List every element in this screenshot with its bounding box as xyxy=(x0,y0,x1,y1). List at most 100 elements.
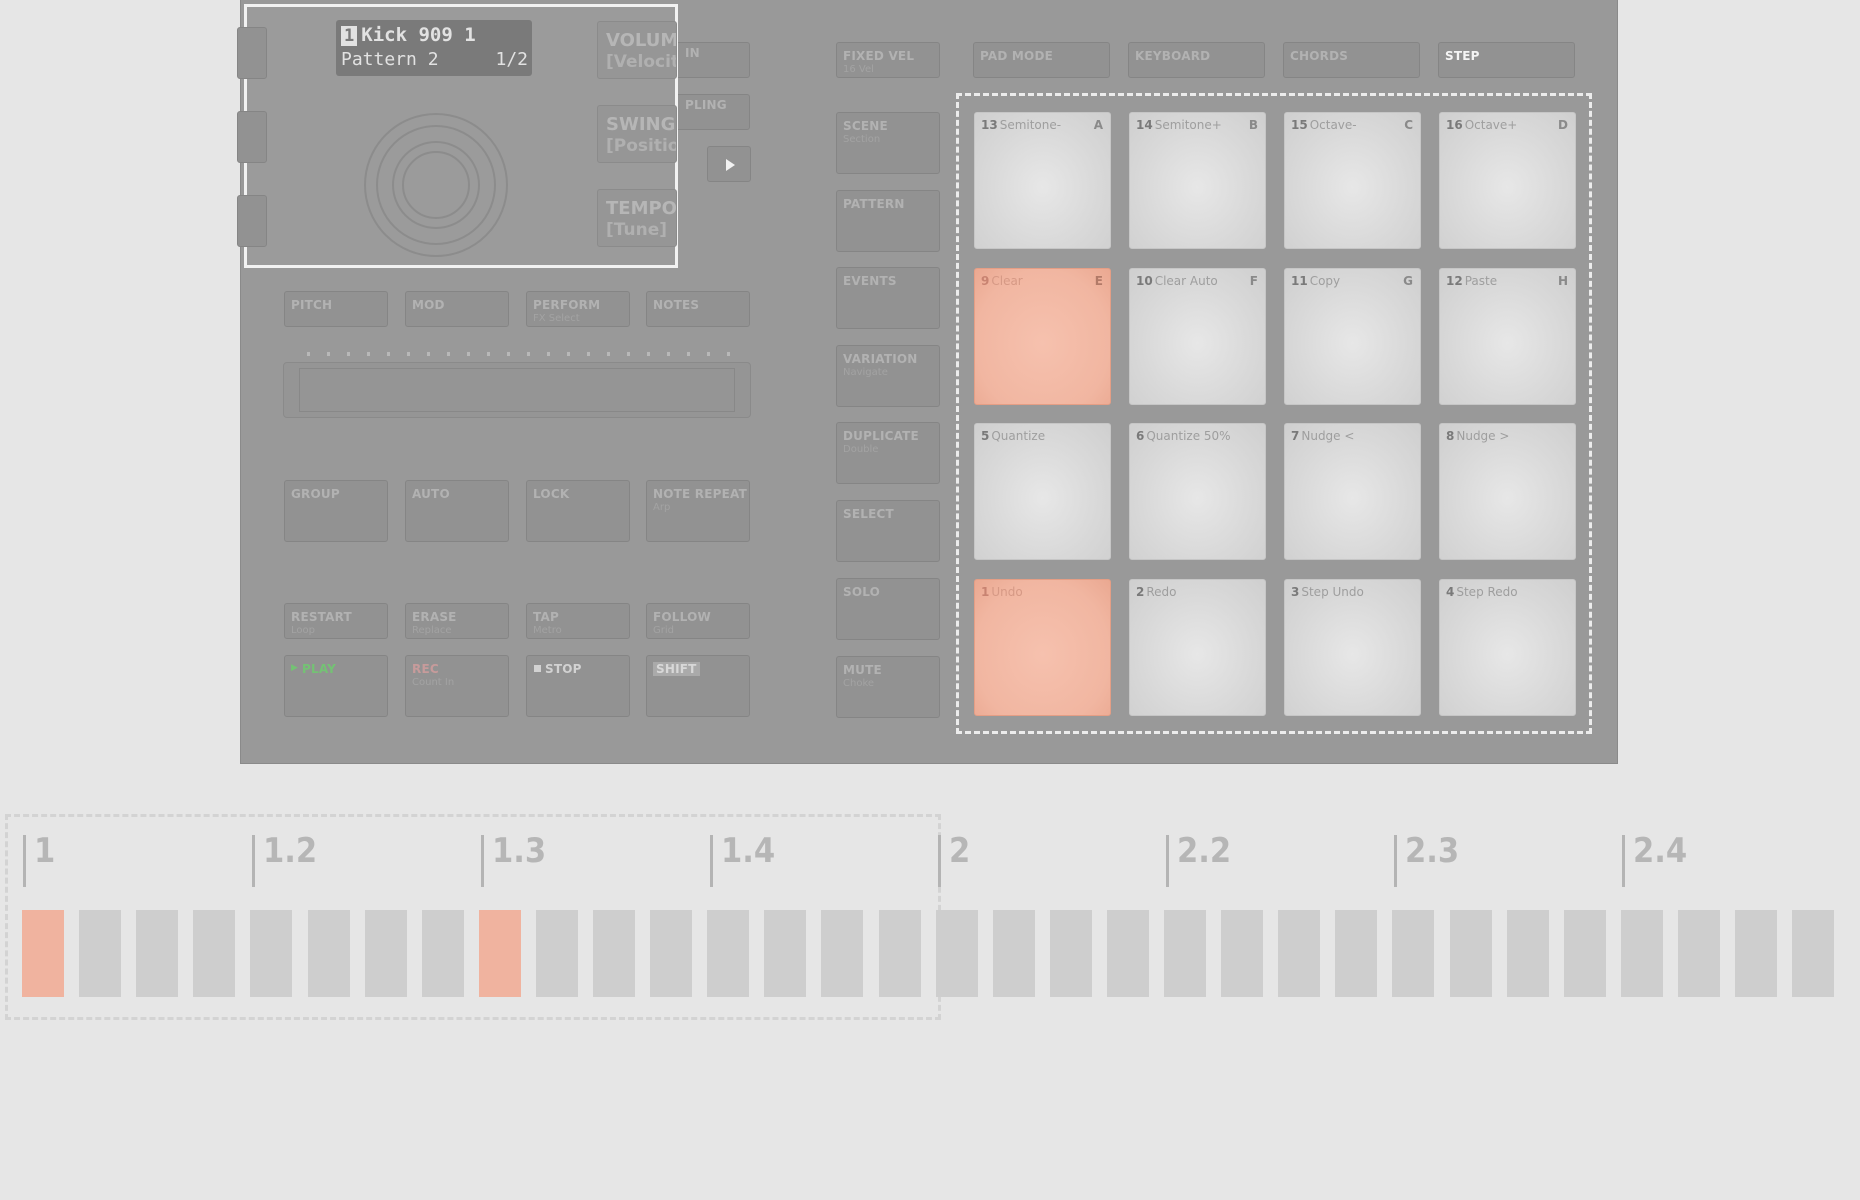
edit-button-lock[interactable]: LOCK xyxy=(526,480,630,542)
step-29[interactable] xyxy=(1620,910,1663,997)
mode-button-perform[interactable]: PERFORM FX Select xyxy=(526,291,630,327)
center-button-mute-sublabel: Choke xyxy=(843,678,875,689)
edit-button-note-repeat[interactable]: NOTE REPEAT Arp xyxy=(646,480,750,542)
center-button-events[interactable]: EVENTS xyxy=(836,267,940,329)
step-7[interactable] xyxy=(364,910,407,997)
page-indicator: 1/2 xyxy=(495,49,528,70)
step-22[interactable] xyxy=(1221,910,1264,997)
smart-strip-inner xyxy=(299,368,735,412)
tempo-button[interactable]: TEMPO [Tune] xyxy=(597,189,677,247)
pad-11[interactable]: 11 Copy G xyxy=(1284,268,1421,405)
volume-button[interactable]: VOLUME [Velocity] xyxy=(597,21,677,79)
step-3[interactable] xyxy=(136,910,179,997)
pad-8[interactable]: 8 Nudge > xyxy=(1439,423,1576,560)
step-21[interactable] xyxy=(1164,910,1206,997)
step-20[interactable] xyxy=(1106,910,1149,997)
stop-icon xyxy=(534,665,541,672)
step-13[interactable] xyxy=(707,910,750,997)
step-4[interactable] xyxy=(193,910,236,997)
transport-button-stop[interactable]: STOP xyxy=(526,655,630,717)
edit-button-group[interactable]: GROUP xyxy=(284,480,388,542)
ruler-mark: 2.2 xyxy=(1166,831,1231,887)
step-27[interactable] xyxy=(1506,910,1549,997)
step-23[interactable] xyxy=(1278,910,1321,997)
pad-16[interactable]: 16 Octave+ D xyxy=(1439,112,1576,249)
step-5[interactable] xyxy=(250,910,293,997)
step-10[interactable] xyxy=(535,910,578,997)
pad-1[interactable]: 1 Undo xyxy=(974,579,1111,716)
step-2[interactable] xyxy=(79,910,122,997)
display-left-button-1[interactable] xyxy=(237,27,267,79)
mode-button-mod[interactable]: MOD xyxy=(405,291,509,327)
step-17[interactable] xyxy=(935,910,978,997)
pad-mode-button-pad-mode[interactable]: PAD MODE xyxy=(973,42,1110,78)
transport-button-follow[interactable]: FOLLOW Grid xyxy=(646,603,750,639)
center-button-fixed-vel[interactable]: FIXED VEL 16 Vel xyxy=(836,42,940,78)
pad-mode-button-chords[interactable]: CHORDS xyxy=(1283,42,1420,78)
step-11[interactable] xyxy=(593,910,635,997)
display-left-button-2[interactable] xyxy=(237,111,267,163)
pad-12[interactable]: 12 Paste H xyxy=(1439,268,1576,405)
pad-9[interactable]: 9 Clear E xyxy=(974,268,1111,405)
pad-2[interactable]: 2 Redo xyxy=(1129,579,1266,716)
pad-4[interactable]: 4 Step Redo xyxy=(1439,579,1576,716)
center-button-select[interactable]: SELECT xyxy=(836,500,940,562)
pad-5[interactable]: 5 Quantize xyxy=(974,423,1111,560)
step-32[interactable] xyxy=(1792,910,1835,997)
step-1[interactable] xyxy=(22,910,64,997)
transport-button-shift[interactable]: SHIFT xyxy=(646,655,750,717)
center-button-scene[interactable]: SCENE Section xyxy=(836,112,940,174)
mode-button-pitch-label: PITCH xyxy=(291,298,333,312)
step-25[interactable] xyxy=(1392,910,1435,997)
transport-button-rec-sublabel: Count In xyxy=(412,677,455,688)
pad-function: Octave- xyxy=(1309,118,1357,132)
center-button-pattern[interactable]: PATTERN xyxy=(836,190,940,252)
step-26[interactable] xyxy=(1449,910,1492,997)
smart-strip[interactable] xyxy=(283,352,751,420)
transport-button-rec[interactable]: REC Count In xyxy=(405,655,509,717)
step-8[interactable] xyxy=(421,910,464,997)
center-button-duplicate[interactable]: DUPLICATE Double xyxy=(836,422,940,484)
pad-function: Step Redo xyxy=(1456,585,1518,599)
transport-button-erase[interactable]: ERASE Replace xyxy=(405,603,509,639)
edit-button-auto[interactable]: AUTO xyxy=(405,480,509,542)
step-14[interactable] xyxy=(764,910,807,997)
pad-3[interactable]: 3 Step Undo xyxy=(1284,579,1421,716)
swing-button[interactable]: SWING [Position] xyxy=(597,105,677,163)
pad-function: Nudge > xyxy=(1456,429,1510,443)
mode-button-pitch[interactable]: PITCH xyxy=(284,291,388,327)
transport-button-restart[interactable]: RESTART Loop xyxy=(284,603,388,639)
transport-button-play[interactable]: PLAY ▶ xyxy=(284,655,388,717)
step-18[interactable] xyxy=(992,910,1035,997)
step-31[interactable] xyxy=(1735,910,1777,997)
transport-button-tap-sublabel: Metro xyxy=(533,625,562,636)
step-19[interactable] xyxy=(1049,910,1092,997)
mode-button-perform-label: PERFORM xyxy=(533,298,601,312)
center-button-mute[interactable]: MUTE Choke xyxy=(836,656,940,718)
step-30[interactable] xyxy=(1677,910,1720,997)
pad-mode-button-step[interactable]: STEP xyxy=(1438,42,1575,78)
pad-7[interactable]: 7 Nudge < xyxy=(1284,423,1421,560)
step-6[interactable] xyxy=(307,910,350,997)
center-button-variation[interactable]: VARIATION Navigate xyxy=(836,345,940,407)
ruler-label: 1 xyxy=(34,831,56,871)
step-28[interactable] xyxy=(1563,910,1606,997)
center-button-solo[interactable]: SOLO xyxy=(836,578,940,640)
tempo-sub: [Tune] xyxy=(606,220,668,240)
pad-14[interactable]: 14 Semitone+ B xyxy=(1129,112,1266,249)
mode-button-notes[interactable]: NOTES xyxy=(646,291,750,327)
pad-6[interactable]: 6 Quantize 50% xyxy=(1129,423,1266,560)
step-15[interactable] xyxy=(821,910,864,997)
step-12[interactable] xyxy=(650,910,693,997)
step-16[interactable] xyxy=(878,910,921,997)
pad-10[interactable]: 10 Clear Auto F xyxy=(1129,268,1266,405)
step-24[interactable] xyxy=(1335,910,1378,997)
transport-button-tap[interactable]: TAP Metro xyxy=(526,603,630,639)
pattern-name: Pattern 2 xyxy=(341,49,439,70)
pad-mode-button-keyboard[interactable]: KEYBOARD xyxy=(1128,42,1265,78)
display-left-button-3[interactable] xyxy=(237,195,267,247)
pad-13[interactable]: 13 Semitone- A xyxy=(974,112,1111,249)
pad-15[interactable]: 15 Octave- C xyxy=(1284,112,1421,249)
arrow-right-button[interactable] xyxy=(707,146,751,182)
step-9[interactable] xyxy=(478,910,521,997)
